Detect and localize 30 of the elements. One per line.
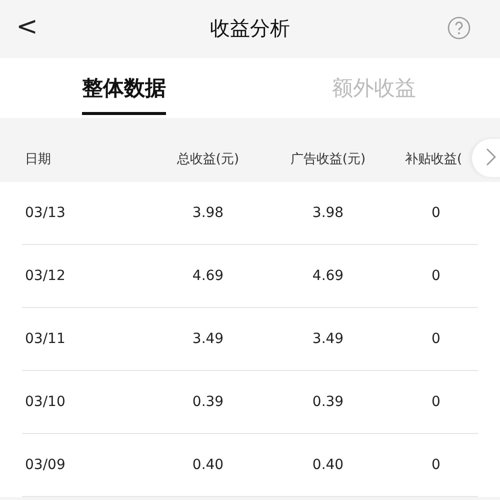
table-cell: 3.49 bbox=[312, 331, 344, 347]
back-button[interactable]: < bbox=[14, 13, 40, 41]
table-cell: 0.40 bbox=[312, 457, 344, 473]
scroll-right-button[interactable] bbox=[472, 139, 500, 177]
tab[interactable]: 整体数据 bbox=[82, 58, 166, 118]
column-header: 日期 bbox=[24, 150, 51, 168]
table-cell: 0 bbox=[432, 331, 440, 347]
page-title: 收益分析 bbox=[210, 14, 290, 42]
table-cell: 0.39 bbox=[312, 394, 344, 410]
table-cell: 0 bbox=[432, 457, 440, 473]
table-cell: 3.98 bbox=[312, 205, 344, 221]
table-cell: 0.40 bbox=[192, 457, 224, 473]
column-header: 总收益(元) bbox=[176, 150, 240, 168]
table-cell: 4.69 bbox=[192, 268, 224, 284]
table-cell-text: 03/10 bbox=[24, 394, 66, 410]
table-cell: 0 bbox=[432, 268, 440, 284]
column-header: 补贴收益( bbox=[404, 150, 462, 168]
table-cell-text: 03/12 bbox=[24, 268, 66, 284]
table-cell-text: 03/13 bbox=[24, 205, 66, 221]
table-cell: 0 bbox=[432, 205, 440, 221]
column-header: 广告收益(元) bbox=[290, 150, 366, 168]
table-cell: 3.49 bbox=[192, 331, 224, 347]
table-cell: 3.98 bbox=[192, 205, 224, 221]
table-cell-text: 03/11 bbox=[24, 331, 66, 347]
table-cell: 0.39 bbox=[192, 394, 224, 410]
help-icon[interactable] bbox=[447, 16, 471, 40]
table-cell-text: 03/09 bbox=[24, 457, 66, 473]
chevron-right-icon bbox=[485, 146, 497, 166]
table-cell: 4.69 bbox=[312, 268, 344, 284]
table-cell: 0 bbox=[432, 394, 440, 410]
